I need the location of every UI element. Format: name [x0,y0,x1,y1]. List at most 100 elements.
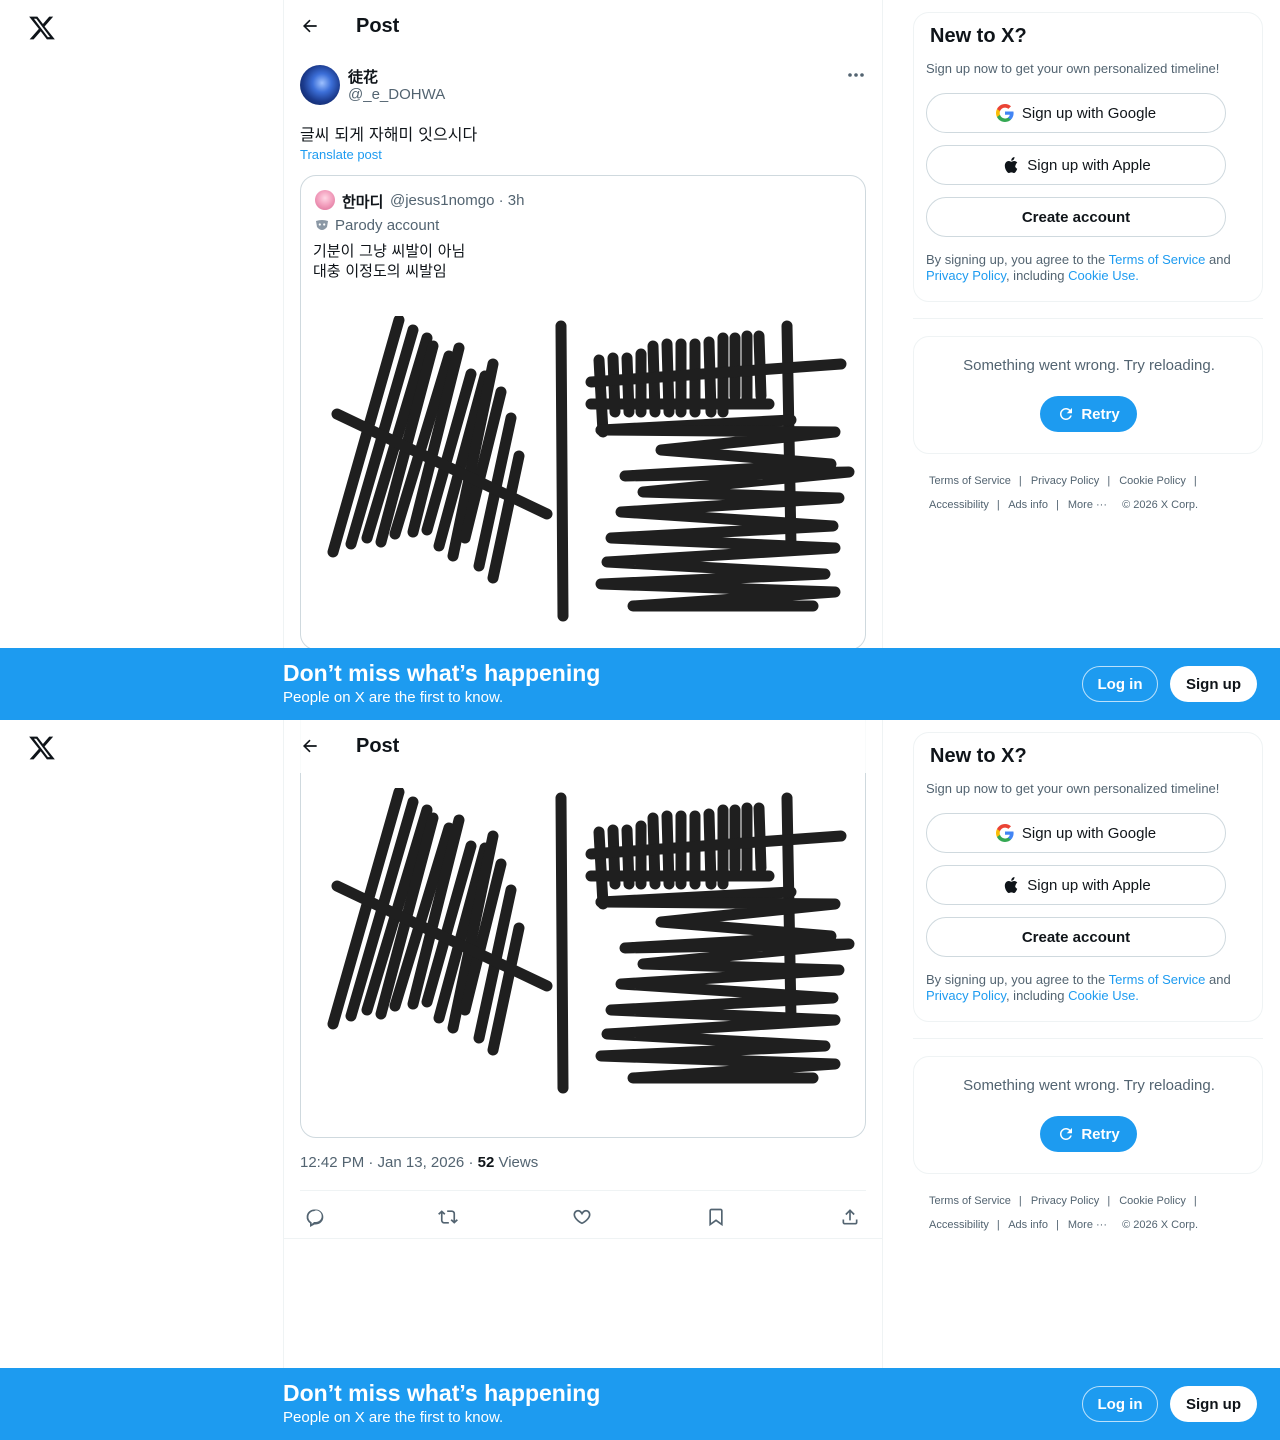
quote-author-name: 한마디 [342,193,384,211]
reply-button[interactable] [300,1202,330,1232]
footer-cookie-link[interactable]: Cookie Policy [1119,1195,1186,1207]
meta-divider [300,1190,866,1191]
banner-signup-button[interactable]: Sign up [1170,1386,1257,1422]
sidebar-divider [913,318,1263,319]
quoted-post[interactable]: 한마디 @jesus1nomgo · 3h Parody account 기분이… [300,175,866,650]
x-logo-icon[interactable] [28,734,56,762]
footer-separator: | [1018,1195,1022,1207]
signup-card-subtitle: Sign up now to get your own personalized… [926,61,1220,76]
signup-google-button[interactable]: Sign up with Google [926,93,1226,133]
footer-accessibility-link[interactable]: Accessibility [929,499,989,511]
quote-author-avatar [315,190,335,210]
like-button[interactable] [567,1202,597,1232]
author-handle[interactable]: @_e_DOHWA [348,86,445,103]
cookie-use-link[interactable]: Cookie Use. [1068,268,1139,283]
banner-login-button[interactable]: Log in [1082,1386,1158,1422]
signup-apple-button[interactable]: Sign up with Apple [926,865,1226,905]
share-icon [842,1209,858,1225]
banner-title: Don’t miss what’s happening [283,1380,601,1406]
quote-image[interactable] [315,316,855,636]
footer-copyright: © 2026 X Corp. [1122,1219,1199,1231]
footer-terms-link[interactable]: Terms of Service [929,475,1011,487]
footer-ads-link[interactable]: Ads info [1008,1219,1048,1231]
signup-card-title: New to X? [930,25,1027,47]
sidebar-divider [913,1038,1263,1039]
privacy-policy-link[interactable]: Privacy Policy [926,988,1006,1003]
create-account-button[interactable]: Create account [926,197,1226,237]
page-title: Post [356,735,400,757]
signup-apple-button[interactable]: Sign up with Apple [926,145,1226,185]
footer-accessibility-link[interactable]: Accessibility [929,1219,989,1231]
banner-subtitle: People on X are the first to know. [283,1409,504,1426]
signup-legal-text: By signing up, you agree to the Terms of… [926,252,1252,284]
banner-login-button[interactable]: Log in [1082,666,1158,702]
bookmark-button[interactable] [701,1202,731,1232]
retry-label: Retry [1081,1125,1120,1143]
footer-links: Terms of Service | Privacy Policy | Cookie… [929,469,1239,517]
viewport-top: Post 徒花 @_e_DOHWA 글씨 되게 자해미 잇으시다 Transla… [0,0,1280,720]
footer-separator: | [1193,475,1197,487]
signup-google-label: Sign up with Google [1021,104,1157,122]
cookie-use-link[interactable]: Cookie Use. [1068,988,1139,1003]
error-card: Something went wrong. Try reloading. Ret… [913,1056,1263,1174]
quote-text-line: 기분이 그냥 씨발이 아님 [313,242,466,260]
footer-privacy-link[interactable]: Privacy Policy [1031,475,1099,487]
footer-separator: | [1055,499,1059,511]
footer-cookie-link[interactable]: Cookie Policy [1119,475,1186,487]
post-actions [300,1202,866,1232]
refresh-icon [1060,1127,1073,1140]
footer-separator: | [1107,1195,1111,1207]
retry-button[interactable]: Retry [1040,1116,1137,1152]
footer-privacy-link[interactable]: Privacy Policy [1031,1195,1099,1207]
footer-copyright: © 2026 X Corp. [1122,499,1199,511]
refresh-icon [1060,407,1073,420]
back-arrow-icon[interactable] [300,16,320,36]
terms-of-service-link[interactable]: Terms of Service [1109,252,1206,267]
share-button[interactable] [835,1202,865,1232]
footer-links: Terms of Service | Privacy Policy | Cookie… [929,1189,1239,1237]
legal-text: , including [1005,988,1069,1003]
repost-icon [438,1210,458,1224]
reply-icon [306,1209,324,1227]
legal-text: By signing up, you agree to the [926,252,1109,267]
author-name[interactable]: 徒花 [348,66,378,87]
privacy-policy-link[interactable]: Privacy Policy [926,268,1006,283]
footer-separator: | [1107,475,1111,487]
footer-more-link[interactable]: More ··· [1068,1219,1107,1231]
like-icon [573,1209,591,1225]
error-card: Something went wrong. Try reloading. Ret… [913,336,1263,454]
signup-google-label: Sign up with Google [1021,824,1157,842]
more-options-icon[interactable] [846,68,866,82]
retry-button[interactable]: Retry [1040,396,1137,432]
signup-google-button[interactable]: Sign up with Google [926,813,1226,853]
translate-post-link[interactable]: Translate post [300,147,382,162]
post-header: Post [284,720,882,773]
footer-separator: | [1018,475,1022,487]
footer-ads-link[interactable]: Ads info [1008,499,1048,511]
footer-separator: | [1193,1195,1197,1207]
quoted-post[interactable] [300,720,866,1138]
quote-text-line: 대충 이정도의 씨발임 [313,262,447,280]
author-avatar[interactable] [300,65,340,105]
terms-of-service-link[interactable]: Terms of Service [1109,972,1206,987]
column-divider-left [283,720,284,1440]
footer-terms-link[interactable]: Terms of Service [929,1195,1011,1207]
post-meta: 12:42 PM · Jan 13, 2026 · 52 Views [300,1154,538,1171]
parody-account-text: Parody account [335,217,440,234]
legal-text: By signing up, you agree to the [926,972,1109,987]
repost-button[interactable] [433,1202,463,1232]
x-logo-icon[interactable] [28,14,56,42]
banner-signup-button[interactable]: Sign up [1170,666,1257,702]
create-account-button[interactable]: Create account [926,917,1226,957]
parody-mask-icon [316,219,328,230]
actions-divider [284,1238,882,1239]
back-arrow-icon[interactable] [300,736,320,756]
quote-image[interactable] [315,788,855,1108]
post-timestamp[interactable]: 12:42 PM · Jan 13, 2026 · [300,1154,478,1171]
bookmark-icon [709,1208,723,1227]
apple-icon [1005,877,1018,893]
page-title: Post [356,15,400,37]
footer-separator: | [1055,1219,1059,1231]
signup-apple-label: Sign up with Apple [1027,876,1151,894]
footer-more-link[interactable]: More ··· [1068,499,1107,511]
